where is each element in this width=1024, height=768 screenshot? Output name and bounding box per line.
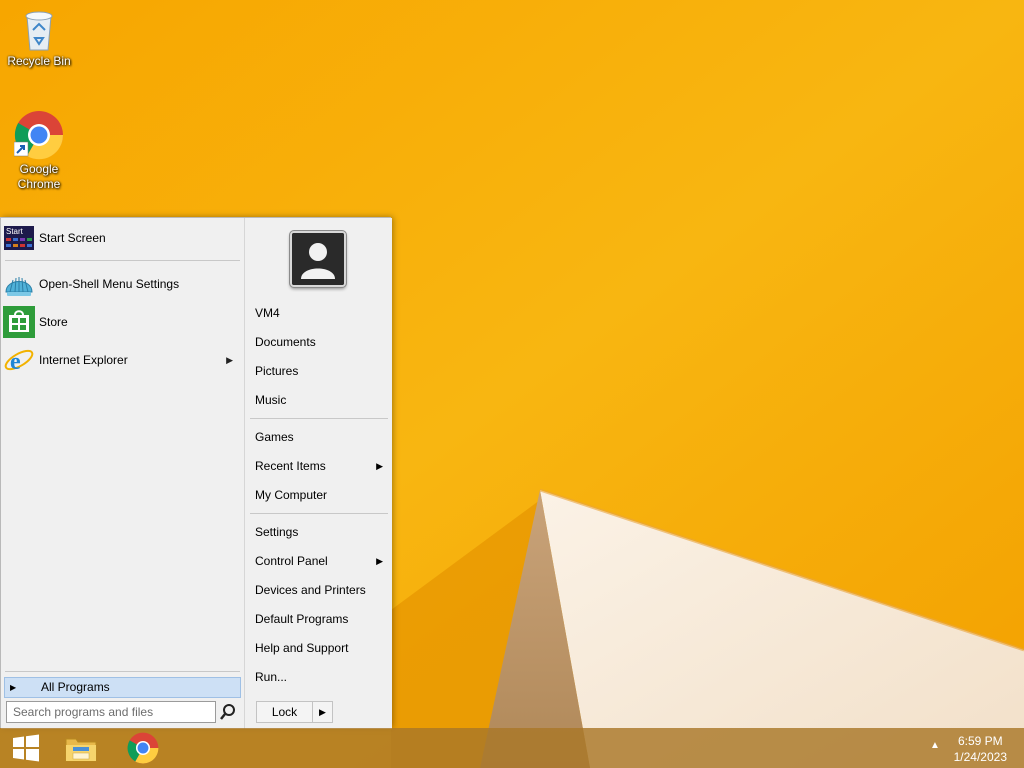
search-icon[interactable] [218,702,238,722]
system-clock[interactable]: 6:59 PM 1/24/2023 [954,733,1007,765]
taskbar-file-explorer[interactable] [55,728,107,768]
menu-item-start-screen[interactable]: Start Start Screen [3,221,241,255]
separator [5,260,240,261]
menu-item-settings[interactable]: Settings [255,521,389,543]
menu-item-label: Devices and Printers [255,583,366,597]
desktop-icon-label: Recycle Bin [7,54,71,68]
clock-time: 6:59 PM [957,734,1003,748]
power-options-arrow-icon[interactable]: ▶ [313,702,332,722]
submenu-arrow-icon: ▶ [226,354,233,365]
menu-item-user-folder[interactable]: VM4 [255,302,389,324]
svg-text:e: e [10,349,21,375]
clock-date: 1/24/2023 [953,750,1007,764]
all-programs-label: All Programs [41,680,110,694]
user-silhouette-icon [292,233,344,285]
file-explorer-icon [65,738,97,762]
submenu-arrow-icon: ▶ [376,556,383,566]
recycle-bin-icon [25,11,53,51]
start-button[interactable] [0,728,52,768]
chrome-icon [127,732,159,764]
menu-item-label: My Computer [255,488,328,502]
menu-item-control-panel[interactable]: Control Panel ▶ [255,550,389,572]
menu-item-label: Recent Items [255,459,326,473]
menu-item-label: Help and Support [255,641,349,655]
submenu-arrow-icon: ▶ [376,461,383,471]
show-hidden-icons-chevron-up-icon[interactable]: ▲ [930,740,940,751]
taskbar-chrome[interactable] [117,728,169,768]
separator [5,671,240,672]
menu-item-devices-and-printers[interactable]: Devices and Printers [255,579,389,601]
menu-item-label: Control Panel [255,554,328,568]
user-avatar[interactable] [290,231,346,287]
menu-item-pictures[interactable]: Pictures [255,360,389,382]
start-menu-left-column: Start Start Screen Open-Shell Menu Setti… [1,218,244,729]
windows-start-icon [13,734,39,762]
open-shell-icon [5,277,33,296]
menu-item-label: Music [255,393,287,407]
taskbar: ▲ 6:59 PM 1/24/2023 [0,728,1024,768]
svg-text:Start: Start [6,227,24,236]
start-menu-right-column: VM4 Documents Pictures Music Games Recen… [244,218,392,729]
menu-item-label: Internet Explorer [39,353,128,367]
internet-explorer-icon: e [4,349,34,375]
desktop-icon-google-chrome[interactable]: Google Chrome [1,110,77,192]
menu-item-label: Games [255,430,294,444]
menu-item-help-and-support[interactable]: Help and Support [255,637,389,659]
start-menu: Start Start Screen Open-Shell Menu Setti… [0,217,392,729]
menu-item-label: Store [39,315,68,329]
menu-item-recent-items[interactable]: Recent Items ▶ [255,455,389,477]
start-screen-icon: Start [4,226,34,250]
menu-item-open-shell-settings[interactable]: Open-Shell Menu Settings [3,267,241,301]
separator [250,418,388,419]
menu-item-default-programs[interactable]: Default Programs [255,608,389,630]
menu-item-store[interactable]: Store [3,305,241,339]
menu-item-label: Run... [255,670,288,684]
menu-item-label: Documents [255,335,316,349]
desktop-icon-recycle-bin[interactable]: Recycle Bin [1,6,77,69]
separator [250,513,388,514]
search-input[interactable]: Search programs and files [6,701,216,723]
expand-arrow-icon: ▶ [10,683,17,692]
menu-item-my-computer[interactable]: My Computer [255,484,389,506]
menu-item-internet-explorer[interactable]: e Internet Explorer ▶ [3,343,241,377]
menu-item-label: Settings [255,525,299,539]
chrome-icon [14,111,64,160]
menu-item-label: Open-Shell Menu Settings [39,277,180,291]
menu-item-label: Default Programs [255,612,349,626]
store-icon [3,306,35,338]
lock-button-label: Lock [257,702,313,722]
menu-item-label: Start Screen [39,231,106,245]
menu-item-games[interactable]: Games [255,426,389,448]
all-programs-button[interactable]: ▶ All Programs [4,677,241,698]
menu-item-label: VM4 [255,306,280,320]
menu-item-music[interactable]: Music [255,389,389,411]
menu-item-run[interactable]: Run... [255,666,389,688]
menu-item-documents[interactable]: Documents [255,331,389,353]
menu-item-label: Pictures [255,364,299,378]
desktop-icon-label: Google Chrome [17,162,61,191]
lock-button[interactable]: Lock ▶ [256,701,333,723]
